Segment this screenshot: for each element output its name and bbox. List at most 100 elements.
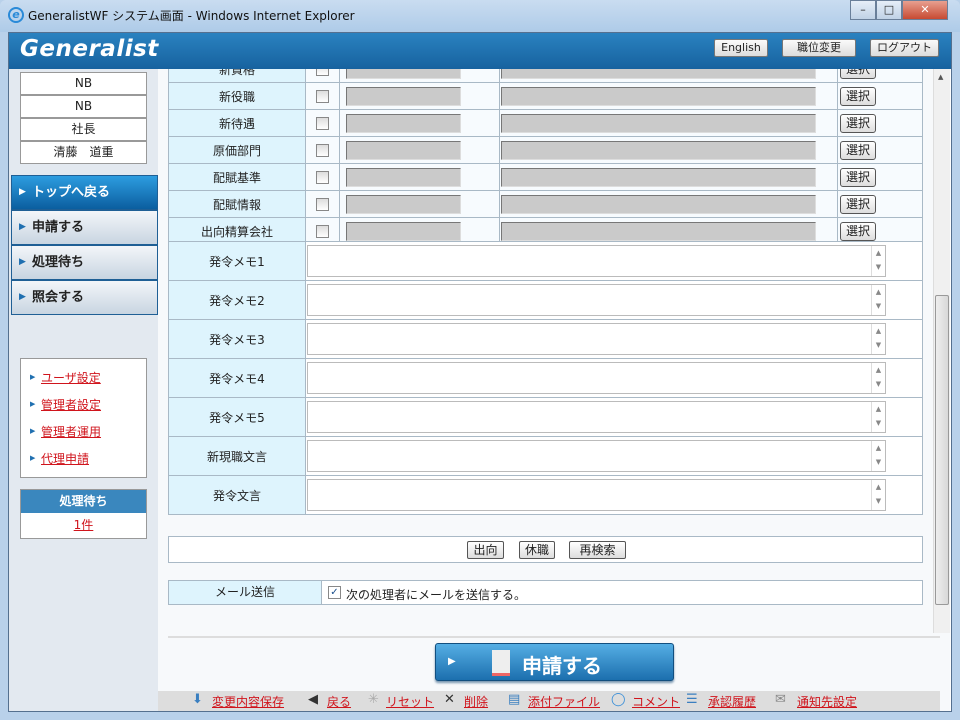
- nav-pending[interactable]: ▶ 処理待ち: [11, 245, 158, 280]
- memo-row: 発令メモ5 ▲▼: [169, 398, 923, 437]
- row-checkbox[interactable]: [316, 198, 329, 211]
- select-button[interactable]: 選択: [840, 222, 876, 241]
- row-label: 新役職: [169, 83, 306, 110]
- reset-icon: ✳: [368, 692, 379, 707]
- triangle-icon: ▶: [19, 246, 26, 279]
- user-info-name: 清藤 道重: [20, 141, 147, 164]
- select-button[interactable]: 選択: [840, 195, 876, 214]
- minimize-button[interactable]: –: [850, 0, 876, 20]
- nav-inquiry[interactable]: ▶ 照会する: [11, 280, 158, 315]
- ie-icon: e: [8, 7, 24, 23]
- scroll-up-icon[interactable]: ▲: [938, 73, 943, 81]
- row-checkbox[interactable]: [316, 225, 329, 238]
- textarea-scrollbar[interactable]: ▲▼: [871, 324, 885, 354]
- user-info-company: NB: [20, 72, 147, 95]
- select-button[interactable]: 選択: [840, 69, 876, 79]
- pending-count-link[interactable]: 1件: [21, 516, 146, 533]
- memo-textarea[interactable]: ▲▼: [307, 362, 886, 394]
- scrollbar-thumb[interactable]: [935, 295, 949, 605]
- row-checkbox[interactable]: [316, 69, 329, 76]
- change-position-button[interactable]: 職位変更: [782, 39, 856, 57]
- save-icon: ⬇: [192, 692, 203, 707]
- textarea-scrollbar[interactable]: ▲▼: [871, 480, 885, 510]
- select-button[interactable]: 選択: [840, 141, 876, 160]
- back-arrow-icon: ◀: [308, 692, 318, 707]
- memo-row: 発令メモ3 ▲▼: [169, 320, 923, 359]
- row-label: 原価部門: [169, 137, 306, 164]
- logout-button[interactable]: ログアウト: [870, 39, 939, 57]
- nav-label: トップへ戻る: [32, 185, 110, 200]
- memo-textarea[interactable]: ▲▼: [307, 479, 886, 511]
- select-row: 新役職 選択: [169, 83, 923, 110]
- textarea-scrollbar[interactable]: ▲▼: [871, 402, 885, 432]
- attachment-icon: ▤: [508, 692, 520, 707]
- english-button[interactable]: English: [714, 39, 768, 57]
- submit-button[interactable]: ▶ 申請する: [435, 643, 674, 681]
- row-label: 配賦基準: [169, 164, 306, 191]
- attachment-link[interactable]: 添付ファイル: [528, 693, 600, 710]
- nav-label: 照会する: [32, 290, 84, 305]
- memo-table: 発令メモ1 ▲▼発令メモ2 ▲▼発令メモ3 ▲▼発令メモ4 ▲▼発令メモ5 ▲▼…: [168, 241, 923, 515]
- textarea-scrollbar[interactable]: ▲▼: [871, 363, 885, 393]
- nav-top[interactable]: ▶ トップへ戻る: [11, 175, 158, 210]
- nav-apply[interactable]: ▶申請する: [11, 210, 158, 245]
- memo-row: 発令メモ4 ▲▼: [169, 359, 923, 398]
- name-field: [501, 141, 816, 160]
- row-checkbox[interactable]: [316, 171, 329, 184]
- link-admin-settings[interactable]: 管理者設定: [41, 396, 101, 413]
- link-user-settings[interactable]: ユーザ設定: [41, 369, 101, 386]
- memo-textarea[interactable]: ▲▼: [307, 440, 886, 472]
- select-button[interactable]: 選択: [840, 114, 876, 133]
- textarea-scrollbar[interactable]: ▲▼: [871, 246, 885, 276]
- memo-label: 発令文言: [169, 476, 306, 515]
- logo: Generalist: [20, 36, 159, 62]
- vertical-scrollbar[interactable]: ▲ ▼: [933, 69, 950, 633]
- action-buttons-row: 出向 休職 再検索: [168, 536, 923, 563]
- comment-icon: ◯: [611, 692, 626, 707]
- delete-link[interactable]: 削除: [464, 693, 488, 710]
- mail-icon: ✉: [775, 692, 786, 707]
- notify-settings-link[interactable]: 通知先設定: [797, 693, 857, 710]
- back-link[interactable]: 戻る: [327, 693, 351, 710]
- secondment-button[interactable]: 出向: [467, 541, 504, 559]
- memo-label: 発令メモ3: [169, 320, 306, 359]
- window-titlebar: e GeneralistWF システム画面 - Windows Internet…: [0, 0, 960, 32]
- link-admin-operation[interactable]: 管理者運用: [41, 423, 101, 440]
- memo-textarea[interactable]: ▲▼: [307, 323, 886, 355]
- save-changes-link[interactable]: 変更内容保存: [212, 693, 284, 710]
- pending-box: 処理待ち 1件: [20, 489, 147, 539]
- select-button[interactable]: 選択: [840, 87, 876, 106]
- document-upload-icon: [492, 650, 510, 676]
- triangle-icon: ▶: [30, 400, 35, 408]
- mail-checkbox[interactable]: ✓: [328, 586, 341, 599]
- row-checkbox[interactable]: [316, 117, 329, 130]
- approval-history-link[interactable]: 承認履歴: [708, 693, 756, 710]
- triangle-icon: ▶: [448, 656, 456, 667]
- name-field: [501, 69, 816, 79]
- memo-textarea[interactable]: ▲▼: [307, 245, 886, 277]
- research-button[interactable]: 再検索: [569, 541, 626, 559]
- memo-textarea[interactable]: ▲▼: [307, 284, 886, 316]
- select-table: 新資格 選択新役職 選択新待遇 選択原価部門 選択配賦基準 選択配賦情報 選択出…: [168, 69, 923, 245]
- row-checkbox[interactable]: [316, 90, 329, 103]
- form-area: 新資格 選択新役職 選択新待遇 選択原価部門 選択配賦基準 選択配賦情報 選択出…: [158, 69, 933, 633]
- memo-textarea[interactable]: ▲▼: [307, 401, 886, 433]
- nav-label: 処理待ち: [32, 255, 84, 270]
- leave-button[interactable]: 休職: [519, 541, 555, 559]
- close-button[interactable]: ✕: [902, 0, 948, 20]
- textarea-scrollbar[interactable]: ▲▼: [871, 285, 885, 315]
- reset-link[interactable]: リセット: [386, 693, 434, 710]
- link-proxy-apply[interactable]: 代理申請: [41, 450, 89, 467]
- code-field: [346, 222, 461, 241]
- select-button[interactable]: 選択: [840, 168, 876, 187]
- textarea-scrollbar[interactable]: ▲▼: [871, 441, 885, 471]
- memo-label: 発令メモ2: [169, 281, 306, 320]
- pending-title: 処理待ち: [21, 490, 146, 513]
- triangle-icon: ▶: [19, 281, 26, 314]
- triangle-icon: ▶: [19, 176, 26, 209]
- row-checkbox[interactable]: [316, 144, 329, 157]
- memo-row: 発令メモ2 ▲▼: [169, 281, 923, 320]
- comment-link[interactable]: コメント: [632, 693, 680, 710]
- code-field: [346, 141, 461, 160]
- maximize-button[interactable]: □: [876, 0, 902, 20]
